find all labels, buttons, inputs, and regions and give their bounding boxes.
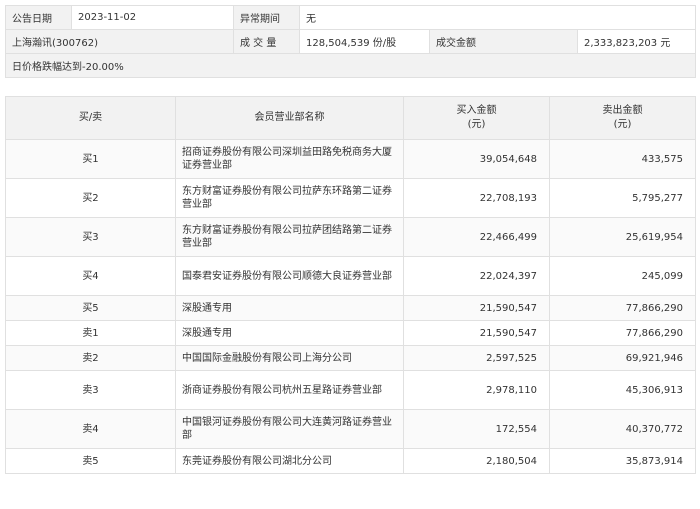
table-header-row: 买/卖 会员营业部名称 买入金额 (元) 卖出金额 (元) <box>5 96 696 140</box>
row-buy-amount: 21,590,547 <box>403 320 550 346</box>
header-side: 买/卖 <box>5 96 176 140</box>
period-label: 异常期间 <box>233 5 300 30</box>
row-buy-amount: 2,180,504 <box>403 448 550 474</box>
date-label: 公告日期 <box>5 5 72 30</box>
period-value: 无 <box>298 5 697 30</box>
stock-info-table: 公告日期 2023-11-02 异常期间 无 上海瀚讯(300762) 成 交 … <box>4 5 697 78</box>
table-row: 卖1 深股通专用 21,590,547 77,866,290 <box>5 320 696 346</box>
row-dept-name: 招商证券股份有限公司深圳益田路免税商务大厦证券营业部 <box>175 139 404 179</box>
row-buy-amount: 22,024,397 <box>403 256 550 296</box>
volume-label: 成 交 量 <box>233 29 300 54</box>
row-sell-amount: 40,370,772 <box>549 409 696 449</box>
row-side: 买5 <box>5 295 176 321</box>
row-dept-name: 浙商证券股份有限公司杭州五星路证券营业部 <box>175 370 404 410</box>
row-sell-amount: 77,866,290 <box>549 320 696 346</box>
header-buy-unit: (元) <box>467 119 486 130</box>
row-sell-amount: 245,099 <box>549 256 696 296</box>
header-buy-label: 买入金额 <box>456 105 497 116</box>
row-dept-name: 国泰君安证券股份有限公司顺德大良证券营业部 <box>175 256 404 296</box>
volume-value: 128,504,539 份/股 <box>299 29 430 54</box>
row-dept-name: 东莞证券股份有限公司湖北分公司 <box>175 448 404 474</box>
price-change-note: 日价格跌幅达到-20.00% <box>4 53 697 78</box>
row-sell-amount: 69,921,946 <box>549 345 696 371</box>
row-side: 卖3 <box>5 370 176 410</box>
table-row: 卖5 东莞证券股份有限公司湖北分公司 2,180,504 35,873,914 <box>5 448 696 474</box>
row-side: 买3 <box>5 217 176 257</box>
trading-departments-table: 买/卖 会员营业部名称 买入金额 (元) 卖出金额 (元) 买1 招商证券股份有… <box>5 96 696 474</box>
header-sell-label: 卖出金额 <box>602 105 643 116</box>
row-sell-amount: 25,619,954 <box>549 217 696 257</box>
amount-value: 2,333,823,203 元 <box>576 29 697 54</box>
announcement-panel: 公告日期 2023-11-02 异常期间 无 上海瀚讯(300762) 成 交 … <box>4 5 697 474</box>
row-side: 卖2 <box>5 345 176 371</box>
row-buy-amount: 2,597,525 <box>403 345 550 371</box>
row-buy-amount: 22,466,499 <box>403 217 550 257</box>
header-buy: 买入金额 (元) <box>403 96 550 140</box>
table-row: 卖4 中国银河证券股份有限公司大连黄河路证券营业部 172,554 40,370… <box>5 409 696 449</box>
row-dept-name: 东方财富证券股份有限公司拉萨团结路第二证券营业部 <box>175 217 404 257</box>
row-sell-amount: 35,873,914 <box>549 448 696 474</box>
header-sell-unit: (元) <box>613 119 632 130</box>
row-buy-amount: 172,554 <box>403 409 550 449</box>
row-sell-amount: 77,866,290 <box>549 295 696 321</box>
date-value: 2023-11-02 <box>71 5 234 30</box>
row-side: 卖5 <box>5 448 176 474</box>
amount-label: 成交金额 <box>429 29 578 54</box>
row-buy-amount: 2,978,110 <box>403 370 550 410</box>
row-sell-amount: 5,795,277 <box>549 178 696 218</box>
row-dept-name: 深股通专用 <box>175 320 404 346</box>
table-row: 买5 深股通专用 21,590,547 77,866,290 <box>5 295 696 321</box>
row-dept-name: 中国银河证券股份有限公司大连黄河路证券营业部 <box>175 409 404 449</box>
table-row: 卖3 浙商证券股份有限公司杭州五星路证券营业部 2,978,110 45,306… <box>5 370 696 410</box>
row-side: 卖1 <box>5 320 176 346</box>
row-side: 卖4 <box>5 409 176 449</box>
row-buy-amount: 39,054,648 <box>403 139 550 179</box>
row-buy-amount: 21,590,547 <box>403 295 550 321</box>
table-row: 卖2 中国国际金融股份有限公司上海分公司 2,597,525 69,921,94… <box>5 345 696 371</box>
table-row: 买2 东方财富证券股份有限公司拉萨东环路第二证券营业部 22,708,193 5… <box>5 178 696 218</box>
stock-name: 上海瀚讯(300762) <box>5 29 234 54</box>
header-sell: 卖出金额 (元) <box>549 96 696 140</box>
row-side: 买2 <box>5 178 176 218</box>
table-row: 买1 招商证券股份有限公司深圳益田路免税商务大厦证券营业部 39,054,648… <box>5 139 696 179</box>
row-side: 买4 <box>5 256 176 296</box>
row-sell-amount: 433,575 <box>549 139 696 179</box>
table-row: 买3 东方财富证券股份有限公司拉萨团结路第二证券营业部 22,466,499 2… <box>5 217 696 257</box>
table-row: 买4 国泰君安证券股份有限公司顺德大良证券营业部 22,024,397 245,… <box>5 256 696 296</box>
row-buy-amount: 22,708,193 <box>403 178 550 218</box>
header-dept: 会员营业部名称 <box>175 96 404 140</box>
row-dept-name: 深股通专用 <box>175 295 404 321</box>
row-sell-amount: 45,306,913 <box>549 370 696 410</box>
row-side: 买1 <box>5 139 176 179</box>
row-dept-name: 东方财富证券股份有限公司拉萨东环路第二证券营业部 <box>175 178 404 218</box>
row-dept-name: 中国国际金融股份有限公司上海分公司 <box>175 345 404 371</box>
